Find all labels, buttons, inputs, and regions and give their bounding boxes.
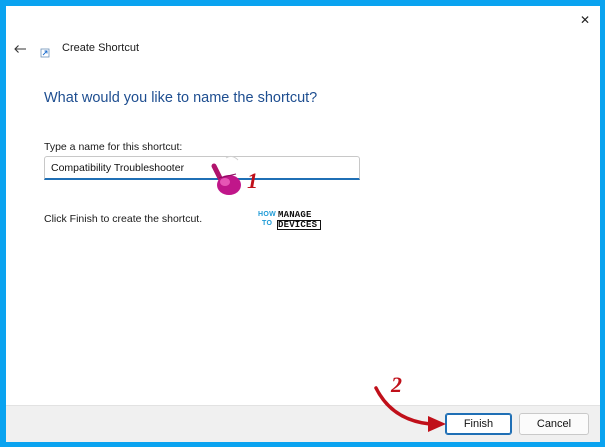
back-arrow-icon [14, 45, 26, 53]
logo-how-text: HOW [258, 211, 277, 218]
shortcut-name-input[interactable] [44, 156, 360, 180]
finish-hint: Click Finish to create the shortcut. [44, 213, 203, 225]
finish-button[interactable]: Finish [445, 413, 512, 435]
close-button[interactable]: ✕ [572, 10, 598, 30]
close-icon: ✕ [579, 13, 591, 27]
back-button[interactable] [10, 40, 30, 58]
wizard-title: Create Shortcut [62, 42, 140, 54]
shortcut-name-label: Type a name for this shortcut: [44, 141, 183, 153]
logo-devices-text: DEVICES [278, 220, 318, 230]
step-1-marker: 1 [247, 168, 258, 193]
step-2-marker: 2 [391, 372, 402, 397]
logo-manage-text: MANAGE [278, 210, 312, 220]
page-heading: What would you like to name the shortcut… [44, 90, 318, 106]
cancel-button[interactable]: Cancel [519, 413, 589, 435]
howtomanagedevices-logo: HOW TO MANAGE DEVICES [245, 209, 325, 233]
logo-to-text: TO [262, 220, 273, 227]
shortcut-wizard-icon [40, 48, 50, 58]
